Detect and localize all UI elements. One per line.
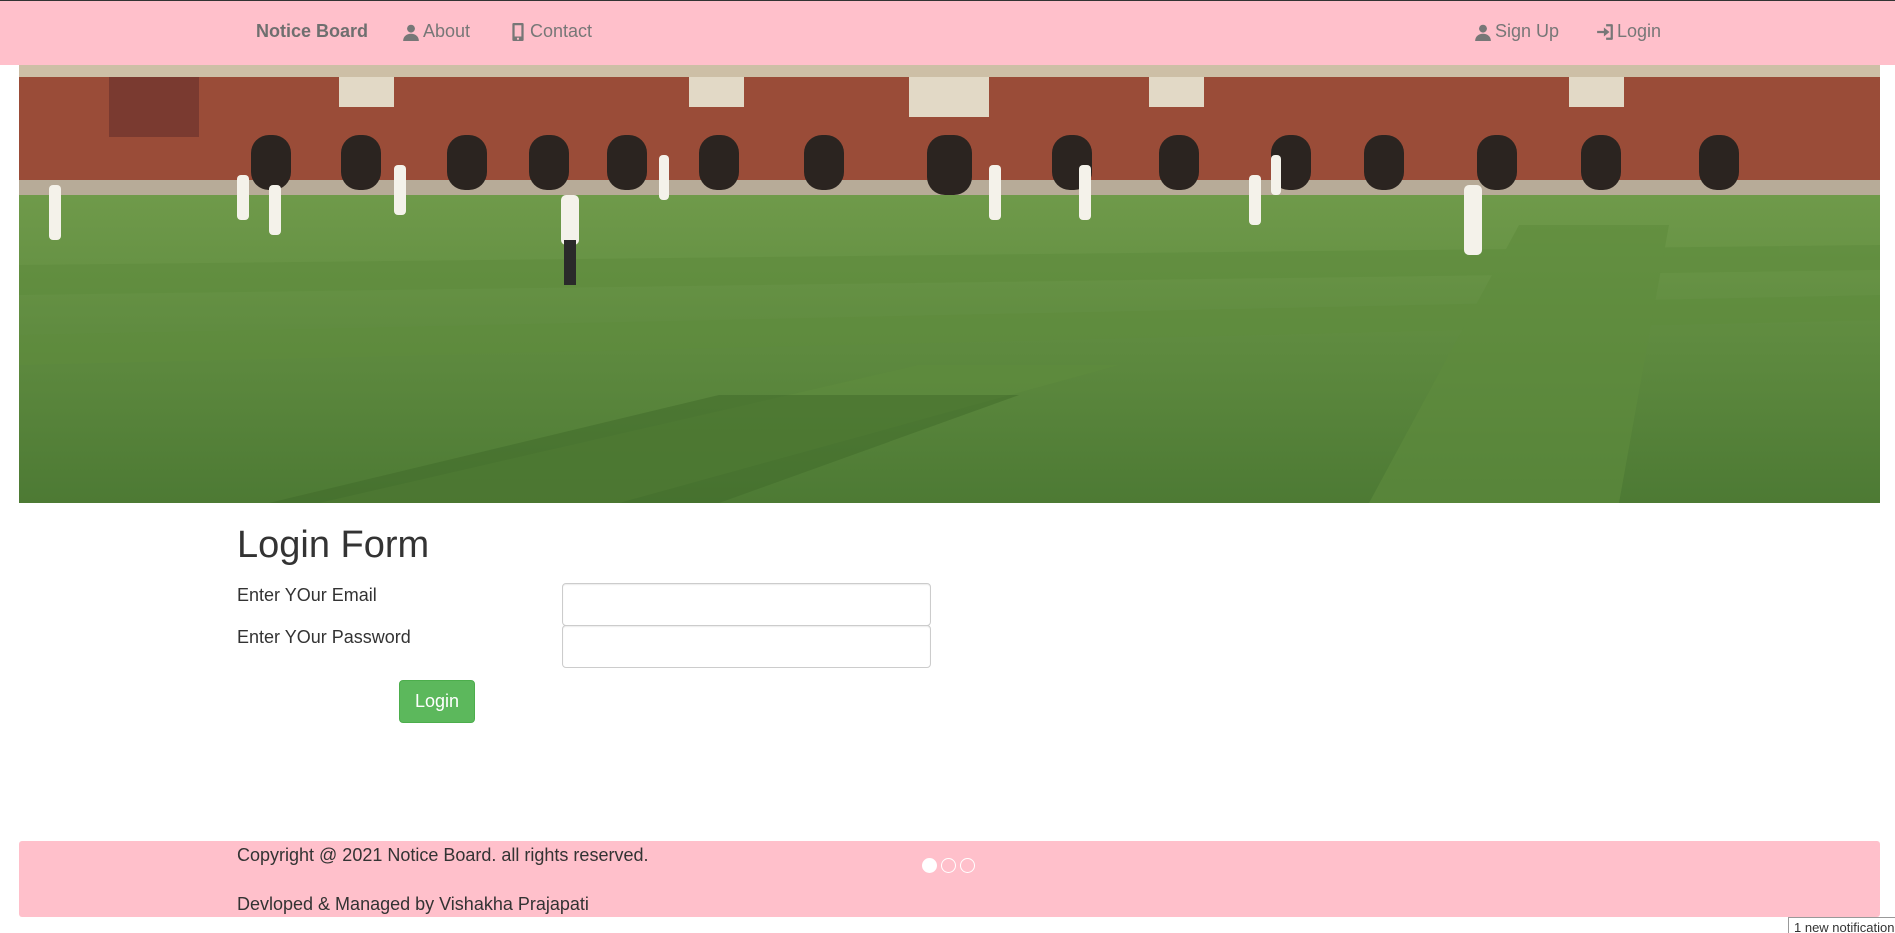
carousel-dot-2[interactable] <box>941 858 956 873</box>
carousel-dot-1[interactable] <box>922 858 937 873</box>
nav-about-label: About <box>423 21 471 41</box>
cricket-field-photo-icon <box>19 65 1880 503</box>
nav-signup-link[interactable]: Sign Up <box>1474 21 1559 42</box>
mobile-phone-icon <box>512 22 524 41</box>
password-label: Enter YOur Password <box>237 627 411 647</box>
login-button[interactable]: Login <box>399 680 475 723</box>
password-field[interactable] <box>562 625 931 668</box>
email-label: Enter YOur Email <box>237 585 377 605</box>
copyright-text: Copyright @ 2021 Notice Board. all right… <box>237 845 649 865</box>
page-title: Login Form <box>237 524 430 566</box>
hero-banner-image <box>19 65 1880 503</box>
carousel-indicators <box>922 858 975 873</box>
nav-login-label: Login <box>1617 21 1662 41</box>
nav-contact-link[interactable]: Contact <box>509 21 592 42</box>
user-icon <box>1475 24 1491 41</box>
nav-contact-label: Contact <box>530 21 593 41</box>
nav-about-link[interactable]: About <box>402 21 470 42</box>
brand-link[interactable]: Notice Board <box>256 21 368 42</box>
top-navbar: Notice Board About Contact Sign Up Login <box>0 0 1895 65</box>
nav-login-link[interactable]: Login <box>1596 21 1661 42</box>
email-field[interactable] <box>562 583 931 626</box>
user-icon <box>403 24 419 41</box>
notification-badge[interactable]: 1 new notification <box>1788 917 1895 933</box>
developer-credit-text: Devloped & Managed by Vishakha Prajapati <box>237 894 589 914</box>
carousel-dot-3[interactable] <box>960 858 975 873</box>
footer: Copyright @ 2021 Notice Board. all right… <box>19 841 1880 917</box>
login-icon <box>1597 23 1613 40</box>
nav-signup-label: Sign Up <box>1495 21 1560 41</box>
